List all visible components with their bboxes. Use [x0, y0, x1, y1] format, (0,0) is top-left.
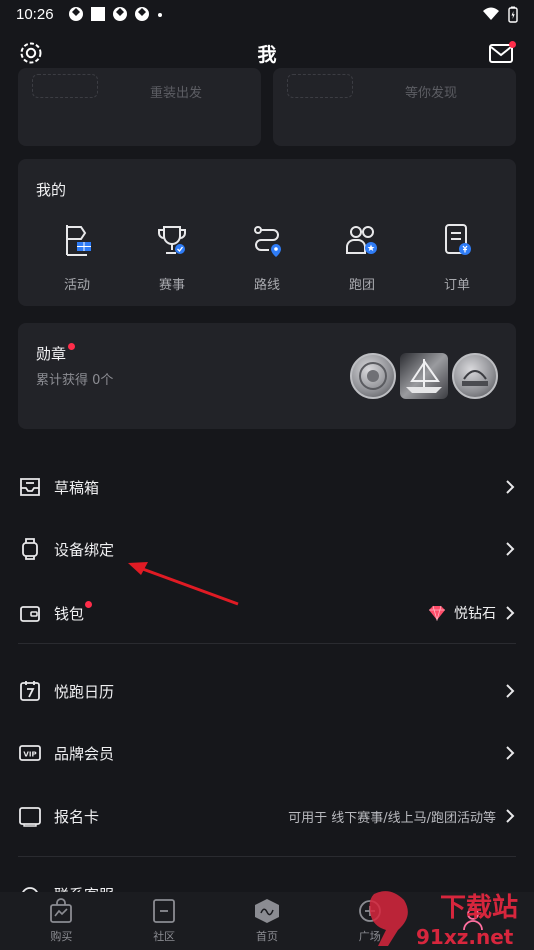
menu-divider: [18, 856, 516, 857]
chevron-right-icon: [506, 684, 515, 698]
tab-buy-label: 购买: [50, 930, 73, 943]
watermark-text-bottom: 91xz.net: [416, 925, 514, 949]
chevron-right-icon: [506, 606, 515, 620]
route-icon: [254, 226, 281, 257]
my-item-competition[interactable]: 赛事: [137, 222, 207, 293]
my-item-competition-label: 赛事: [158, 278, 185, 293]
my-item-running-club-label: 跑团: [348, 278, 375, 293]
order-icon: [445, 224, 471, 255]
menu-row-brand-vip[interactable]: VIP 品牌会员: [0, 723, 534, 783]
status-bar: 10:26: [0, 0, 534, 28]
medal-image: [452, 353, 498, 399]
trophy-icon: [158, 226, 186, 254]
wallet-new-dot: [85, 600, 93, 608]
feature-card-right-text: 等你发现: [405, 86, 458, 101]
vip-icon-text: VIP: [23, 751, 36, 759]
page-title: 我: [257, 43, 277, 66]
medal-image: [350, 353, 396, 399]
watch-icon: [22, 538, 38, 560]
status-system-icons: [482, 6, 518, 23]
menu-row-drafts[interactable]: 草稿箱: [0, 457, 534, 517]
chevron-right-icon: [506, 809, 515, 823]
app-notification-icon: [112, 7, 127, 21]
medal-image: [400, 353, 448, 399]
unread-dot: [509, 41, 516, 48]
my-item-order-label: 订单: [443, 278, 470, 293]
diamond-icon: [429, 605, 445, 621]
wallet-icon: [20, 606, 40, 622]
wallet-diamond-label: 悦钻石: [454, 606, 496, 622]
placeholder-image: [287, 74, 353, 98]
settings-gear-icon[interactable]: [18, 40, 44, 66]
my-item-route[interactable]: 路线: [232, 222, 302, 293]
menu-label-brand-vip: 品牌会员: [54, 744, 115, 763]
community-icon: [153, 899, 176, 923]
menu-label-wallet: 钱包: [54, 604, 85, 623]
signup-card-hint: 可用于 线下赛事/线上马/跑团活动等: [288, 810, 496, 826]
status-notification-icons: [68, 6, 164, 22]
menu-row-device-binding[interactable]: 设备绑定: [0, 519, 534, 579]
more-dot-icon: [157, 13, 162, 17]
my-item-activity-label: 活动: [63, 278, 90, 293]
menu-label-signup-card: 报名卡: [54, 807, 100, 826]
status-time: 10:26: [16, 5, 54, 23]
menu-divider: [18, 643, 516, 644]
medals-card[interactable]: 勋章 累计获得 0个: [18, 323, 516, 429]
flag-icon: [66, 225, 91, 256]
feature-card-left[interactable]: 重装出发: [18, 68, 261, 146]
messages-button[interactable]: [488, 40, 516, 66]
chevron-right-icon: [506, 746, 515, 760]
menu-row-calendar[interactable]: 悦跑日历: [0, 661, 534, 721]
square-notification-icon: [90, 7, 105, 21]
annotation-arrow: [128, 562, 239, 606]
my-item-route-label: 路线: [253, 278, 280, 293]
my-section-items: 活动 赛事 路线 跑团 订单: [18, 222, 516, 293]
menu-label-calendar: 悦跑日历: [54, 682, 115, 701]
card-icon: [19, 807, 41, 827]
team-icon: [346, 226, 377, 254]
shopping-bag-icon: [50, 898, 73, 923]
my-section-title: 我的: [36, 181, 67, 199]
medals-count: 累计获得 0个: [36, 373, 114, 388]
my-item-activity[interactable]: 活动: [42, 222, 112, 293]
watermark-text-top: 下载站: [440, 893, 518, 923]
vip-icon: VIP: [19, 745, 41, 761]
tab-home[interactable]: 首页: [227, 898, 307, 944]
chevron-right-icon: [506, 542, 515, 556]
app-notification-icon: [134, 7, 149, 21]
placeholder-image: [32, 74, 98, 98]
home-run-icon: [254, 899, 279, 923]
feature-card-right[interactable]: 等你发现: [273, 68, 516, 146]
medals-new-dot: [68, 343, 75, 350]
battery-icon: [508, 6, 518, 23]
menu-row-wallet[interactable]: 钱包 悦钻石: [0, 583, 534, 643]
menu-label-device-binding: 设备绑定: [54, 540, 115, 559]
feature-card-left-text: 重装出发: [150, 86, 203, 101]
app-notification-icon: [68, 7, 83, 21]
tab-community-label: 社区: [153, 930, 176, 943]
tab-home-label: 首页: [255, 930, 278, 943]
inbox-icon: [20, 478, 40, 496]
tab-buy[interactable]: 购买: [21, 898, 101, 944]
medal-thumbnails: [350, 353, 498, 399]
chevron-right-icon: [506, 480, 515, 494]
medals-title: 勋章: [36, 345, 67, 363]
wifi-icon: [483, 7, 499, 20]
my-item-order[interactable]: 订单: [422, 222, 492, 293]
calendar-icon: [20, 681, 40, 701]
site-watermark: 下载站 91xz.net: [369, 891, 518, 949]
my-item-running-club[interactable]: 跑团: [327, 222, 397, 293]
tab-community[interactable]: 社区: [124, 898, 204, 944]
menu-label-drafts: 草稿箱: [54, 478, 100, 497]
menu-row-signup-card[interactable]: 报名卡 可用于 线下赛事/线上马/跑团活动等: [0, 786, 534, 846]
